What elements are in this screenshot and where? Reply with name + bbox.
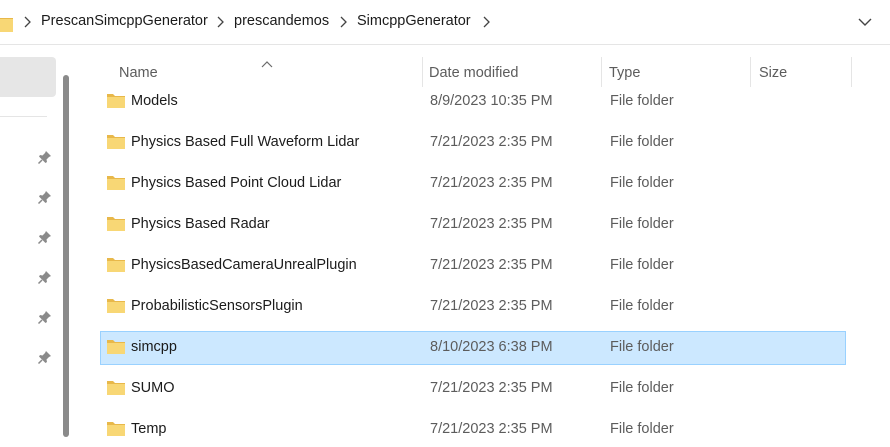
chevron-right-icon[interactable] [481,15,491,29]
column-header-name[interactable]: Name [100,45,422,89]
nav-scrollbar[interactable] [63,75,69,437]
row-name: ProbabilisticSensorsPlugin [131,298,303,314]
pin-icon[interactable] [37,349,53,365]
navigation-pane [0,45,78,437]
breadcrumb-prescansimcppgenerator[interactable]: PrescanSimcppGenerator [41,13,208,29]
address-bar[interactable]: PrescanSimcppGenerator prescandemos Simc… [0,0,890,45]
row-type: File folder [610,257,674,273]
row-name: PhysicsBasedCameraUnrealPlugin [131,257,357,273]
folder-icon [106,216,126,232]
file-list: Name Date modified Type Size Models 8/9/2… [78,45,890,437]
row-type: File folder [610,298,674,314]
row-type: File folder [610,134,674,150]
row-date-modified: 7/21/2023 2:35 PM [430,175,553,191]
row-name: simcpp [131,339,177,355]
folder-icon [106,175,126,191]
row-date-modified: 7/21/2023 2:35 PM [430,134,553,150]
nav-divider [0,116,47,117]
table-row[interactable]: Temp 7/21/2023 2:35 PM File folder [100,413,846,447]
row-name: Physics Based Radar [131,216,270,232]
table-row[interactable]: Physics Based Point Cloud Lidar 7/21/2023… [100,167,846,201]
row-type: File folder [610,175,674,191]
folder-icon [0,13,14,33]
chevron-down-icon[interactable] [857,14,873,30]
row-date-modified: 7/21/2023 2:35 PM [430,216,553,232]
column-divider[interactable] [851,57,852,87]
row-name: Physics Based Full Waveform Lidar [131,134,360,150]
folder-icon [106,257,126,273]
folder-icon [106,339,126,355]
column-header-type-label: Type [609,65,641,81]
row-name: Models [131,93,178,109]
row-type: File folder [610,93,674,109]
folder-icon [106,134,126,150]
chevron-right-icon [215,15,225,29]
row-date-modified: 7/21/2023 2:35 PM [430,380,553,396]
row-name: Temp [131,421,167,437]
row-date-modified: 7/21/2023 2:35 PM [430,298,553,314]
table-row[interactable]: Physics Based Full Waveform Lidar 7/21/20… [100,126,846,160]
row-name: Physics Based Point Cloud Lidar [131,175,342,191]
chevron-right-icon [338,15,348,29]
row-type: File folder [610,216,674,232]
row-date-modified: 8/10/2023 6:38 PM [430,339,553,355]
table-row[interactable]: Models 8/9/2023 10:35 PM File folder [100,85,846,119]
chevron-right-icon [22,15,32,29]
row-date-modified: 8/9/2023 10:35 PM [430,93,553,109]
table-row[interactable]: Physics Based Radar 7/21/2023 2:35 PM File… [100,208,846,242]
pin-icon[interactable] [37,149,53,165]
column-header-type[interactable]: Type [602,45,750,89]
table-row[interactable]: ProbabilisticSensorsPlugin 7/21/2023 2:35… [100,290,846,324]
pin-icon[interactable] [37,269,53,285]
breadcrumb-prescandemos[interactable]: prescandemos [234,13,329,29]
row-date-modified: 7/21/2023 2:35 PM [430,421,553,437]
pin-icon[interactable] [37,189,53,205]
column-header-name-label: Name [119,65,158,81]
row-name: SUMO [131,380,175,396]
table-row[interactable]: simcpp 8/10/2023 6:38 PM File folder [100,331,846,365]
nav-item-selected[interactable] [0,57,56,97]
table-row[interactable]: SUMO 7/21/2023 2:35 PM File folder [100,372,846,406]
pin-icon[interactable] [37,229,53,245]
row-type: File folder [610,380,674,396]
column-header-date-label: Date modified [429,65,519,81]
column-header-size-label: Size [759,65,788,81]
folder-icon [106,298,126,314]
column-header-size[interactable]: Size [751,45,851,89]
row-date-modified: 7/21/2023 2:35 PM [430,257,553,273]
breadcrumb-simcppgenerator[interactable]: SimcppGenerator [357,13,471,29]
row-type: File folder [610,421,674,437]
column-header-date-modified[interactable]: Date modified [423,45,601,89]
folder-icon [106,93,126,109]
table-row[interactable]: PhysicsBasedCameraUnrealPlugin 7/21/2023 … [100,249,846,283]
folder-icon [106,421,126,437]
row-type: File folder [610,339,674,355]
folder-icon [106,380,126,396]
pin-icon[interactable] [37,309,53,325]
